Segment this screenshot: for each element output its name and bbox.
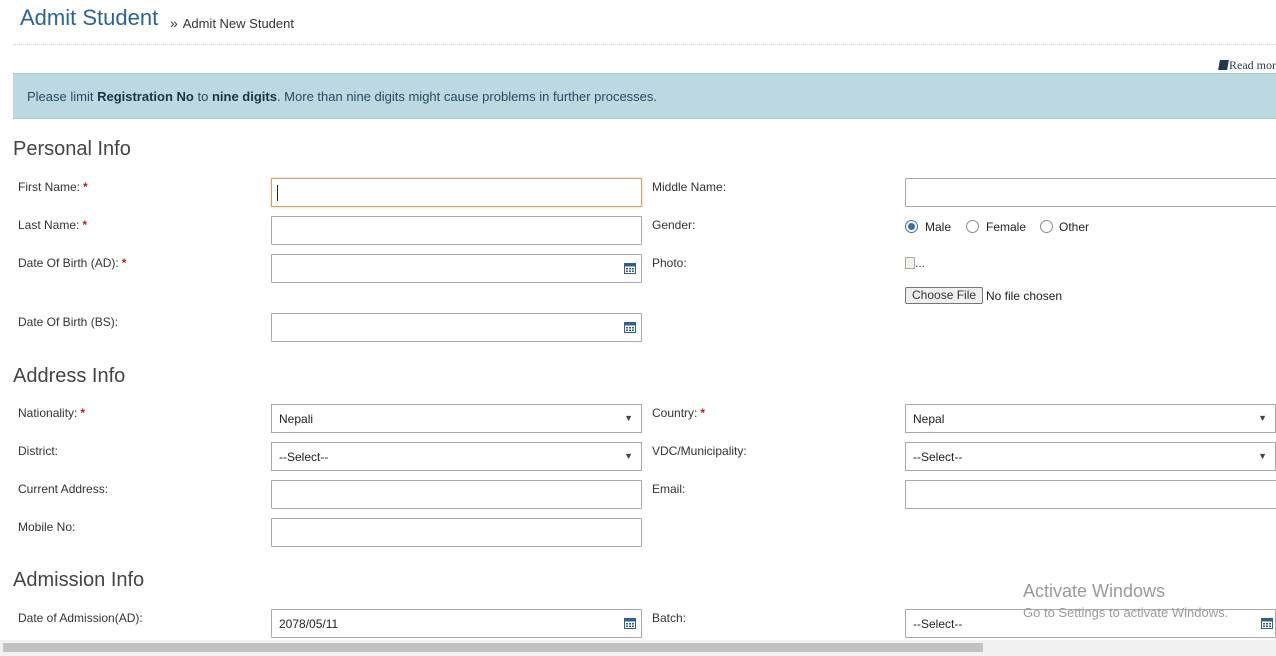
- calendar-icon[interactable]: [624, 617, 636, 629]
- section-address-info: Address Info: [13, 365, 126, 387]
- gender-radio-other[interactable]: [1040, 220, 1053, 233]
- middle-name-input[interactable]: [905, 178, 1276, 207]
- gender-male-label: Male: [925, 220, 952, 234]
- last-name-input[interactable]: [271, 216, 642, 245]
- alert-bold-registration: Registration No: [97, 89, 194, 104]
- file-status: No file chosen: [986, 289, 1063, 303]
- scrollbar-thumb[interactable]: [3, 643, 983, 652]
- horizontal-scrollbar[interactable]: [0, 640, 1276, 656]
- calendar-icon[interactable]: [1261, 617, 1273, 629]
- first-name-input[interactable]: [271, 178, 642, 207]
- chevron-down-icon: ▼: [1258, 451, 1267, 461]
- first-name-label-text: First Name:: [18, 180, 81, 194]
- dob-bs-input[interactable]: [271, 313, 642, 342]
- vdc-value: --Select--: [913, 450, 963, 464]
- mobile-input[interactable]: [271, 518, 642, 547]
- dob-ad-input[interactable]: [271, 254, 642, 283]
- alert-text: Please limit Registration No to nine dig…: [27, 89, 657, 104]
- book-icon: [1218, 60, 1229, 70]
- photo-preview: ...: [905, 256, 925, 270]
- alert-text-part: Please limit: [27, 89, 98, 104]
- chevron-down-icon: ▼: [624, 413, 633, 423]
- required-mark: *: [83, 180, 88, 194]
- batch-value: --Select--: [913, 617, 963, 631]
- required-mark: *: [82, 218, 88, 232]
- section-personal-info: Personal Info: [13, 138, 131, 160]
- dob-bs-label: Date Of Birth (BS):: [18, 315, 119, 329]
- calendar-icon[interactable]: [624, 262, 636, 274]
- gender-radio-female[interactable]: [966, 220, 979, 233]
- chevron-down-icon: ▼: [1258, 413, 1267, 423]
- vdc-select[interactable]: --Select-- ▼: [905, 442, 1276, 471]
- middle-name-label: Middle Name:: [652, 180, 727, 194]
- required-mark: *: [700, 406, 706, 420]
- first-name-label: First Name: *: [18, 180, 88, 194]
- alert-bold-digits: nine digits: [211, 89, 277, 104]
- breadcrumb-current: Admit New Student: [182, 16, 294, 31]
- page-title: Admit Student: [20, 5, 159, 30]
- country-value: Nepal: [913, 412, 945, 426]
- nationality-value: Nepali: [279, 412, 314, 426]
- broken-image-icon: [905, 257, 915, 269]
- district-select[interactable]: --Select-- ▼: [271, 442, 642, 471]
- country-label: Country: *: [652, 406, 705, 420]
- nationality-label-text: Nationality:: [18, 406, 78, 420]
- dob-ad-label-text: Date Of Birth (AD):: [18, 256, 119, 270]
- district-label: District:: [18, 444, 58, 458]
- gender-female-label: Female: [986, 220, 1027, 234]
- batch-label: Batch:: [652, 611, 687, 625]
- activate-windows-title: Activate Windows: [1023, 581, 1166, 601]
- district-value: --Select--: [279, 450, 329, 464]
- chevron-down-icon: ▼: [624, 451, 633, 461]
- doa-input[interactable]: 2078/05/11: [271, 609, 642, 638]
- read-more-label: Read mor: [1229, 58, 1276, 72]
- email-input[interactable]: [905, 480, 1276, 509]
- last-name-label-text: Last Name:: [18, 218, 80, 232]
- alert-text-part: . More than nine digits might cause prob…: [276, 89, 658, 104]
- gender-other-label: Other: [1059, 220, 1090, 234]
- breadcrumb: » Admit New Student: [170, 15, 294, 31]
- info-alert: Please limit Registration No to nine dig…: [13, 73, 1276, 119]
- text-cursor: [277, 185, 278, 201]
- mobile-label: Mobile No:: [18, 520, 76, 534]
- header-divider: [13, 44, 1276, 45]
- email-label: Email:: [652, 482, 686, 496]
- vdc-label: VDC/Municipality:: [652, 444, 747, 458]
- current-address-input[interactable]: [271, 480, 642, 509]
- country-select[interactable]: Nepal ▼: [905, 404, 1276, 433]
- gender-label: Gender:: [652, 218, 696, 232]
- photo-label: Photo:: [652, 256, 687, 270]
- breadcrumb-separator: »: [170, 15, 178, 31]
- doa-label: Date of Admission(AD):: [18, 611, 143, 625]
- nationality-select[interactable]: Nepali ▼: [271, 404, 642, 433]
- required-mark: *: [121, 256, 127, 270]
- alert-text-part: to: [193, 89, 212, 104]
- read-more-link[interactable]: Read mor: [1218, 58, 1276, 73]
- calendar-icon[interactable]: [624, 321, 636, 333]
- nationality-label: Nationality: *: [18, 406, 85, 420]
- last-name-label: Last Name: *: [18, 218, 87, 232]
- required-mark: *: [80, 406, 86, 420]
- current-address-label: Current Address:: [18, 482, 109, 496]
- doa-value: 2078/05/11: [279, 617, 339, 631]
- section-admission-info: Admission Info: [13, 569, 145, 591]
- dob-ad-label: Date Of Birth (AD): *: [18, 256, 126, 270]
- choose-file-button[interactable]: Choose File: [905, 287, 984, 304]
- gender-radio-male[interactable]: [905, 220, 918, 233]
- photo-alt-text: ...: [915, 256, 926, 270]
- activate-windows-subtitle: Go to Settings to activate Windows.: [1023, 605, 1229, 620]
- country-label-text: Country:: [652, 406, 698, 420]
